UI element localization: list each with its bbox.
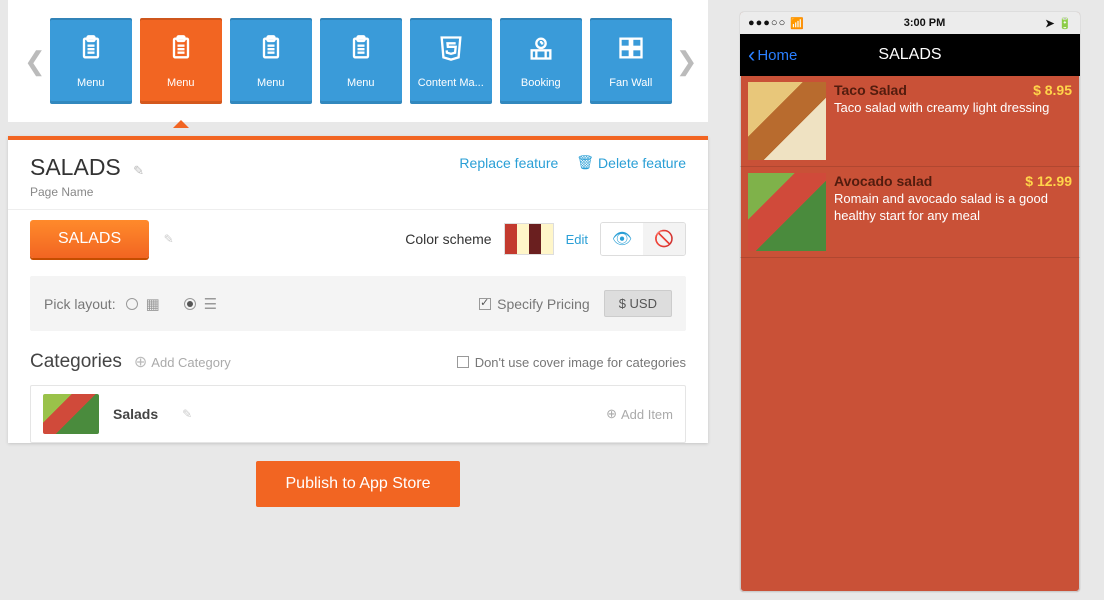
- feature-tile-0[interactable]: Menu: [50, 18, 132, 104]
- visibility-on-button[interactable]: 👁: [601, 223, 643, 255]
- layout-grid-radio[interactable]: [126, 298, 138, 310]
- page-name-button[interactable]: SALADS: [30, 220, 149, 258]
- feature-tile-4[interactable]: Content Ma...: [410, 18, 492, 104]
- phone-time: 3:00 PM: [904, 17, 946, 29]
- color-swatches[interactable]: [504, 223, 554, 255]
- publish-button[interactable]: Publish to App Store: [256, 461, 461, 507]
- phone-back-button[interactable]: ‹ Home: [740, 42, 797, 68]
- checkbox-icon: [479, 298, 491, 310]
- page-title: SALADS ✎: [30, 154, 144, 181]
- tile-label: Menu: [347, 77, 375, 89]
- chevron-left-icon: ‹: [748, 42, 755, 68]
- page-title-text: SALADS: [30, 154, 121, 180]
- page-subtitle: Page Name: [30, 185, 144, 199]
- clipboard-icon: [77, 34, 105, 69]
- color-swatch: [541, 224, 553, 254]
- eye-off-icon: 🚫: [654, 229, 674, 249]
- visibility-off-button[interactable]: 🚫: [643, 223, 685, 255]
- checkbox-icon: [457, 356, 469, 368]
- color-swatch: [529, 224, 541, 254]
- add-category-button[interactable]: ⊕ Add Category: [134, 352, 231, 372]
- currency-select[interactable]: $ USD: [604, 290, 672, 317]
- tile-label: Menu: [257, 77, 285, 89]
- feature-tiles: Menu Menu Menu Menu Content Ma... Booking Fan …: [50, 18, 672, 104]
- prev-arrow[interactable]: ❮: [20, 46, 50, 77]
- item-price: $ 12.99: [1025, 173, 1072, 189]
- category-name: Salads: [113, 406, 158, 422]
- tile-label: Fan Wall: [609, 77, 652, 89]
- pick-layout-label: Pick layout:: [44, 296, 116, 312]
- delete-feature-link[interactable]: 🗑 Delete feature: [576, 154, 686, 171]
- color-swatch: [517, 224, 529, 254]
- item-name: Taco Salad: [834, 82, 907, 98]
- edit-colors-link[interactable]: Edit: [566, 232, 588, 247]
- edit-button-icon[interactable]: ✎: [164, 232, 174, 246]
- edit-title-icon[interactable]: ✎: [133, 163, 144, 178]
- plus-circle-icon: ⊕: [606, 406, 617, 422]
- cover-image-label: Don't use cover image for categories: [475, 355, 686, 370]
- category-thumbnail[interactable]: [43, 394, 99, 434]
- item-description: Taco salad with creamy light dressing: [834, 100, 1072, 117]
- phone-navbar: ‹ Home SALADS: [740, 34, 1080, 76]
- categories-heading: Categories: [30, 351, 122, 373]
- battery-icon: 🔋: [1058, 17, 1072, 30]
- fanwall-icon: [617, 34, 645, 69]
- add-item-button[interactable]: ⊕ Add Item: [606, 406, 673, 422]
- eye-icon: 👁: [612, 229, 632, 249]
- color-swatch: [505, 224, 517, 254]
- specify-pricing-label: Specify Pricing: [497, 296, 590, 312]
- list-icon: ☰: [204, 295, 217, 313]
- clipboard-icon: [347, 34, 375, 69]
- menu-item[interactable]: Avocado salad $ 12.99 Romain and avocado s…: [740, 167, 1080, 258]
- signal-icon: ●●●○○: [748, 17, 786, 29]
- clipboard-icon: [257, 34, 285, 69]
- plus-circle-icon: ⊕: [134, 352, 147, 372]
- feature-tile-5[interactable]: Booking: [500, 18, 582, 104]
- item-thumbnail: [748, 82, 826, 160]
- item-name: Avocado salad: [834, 173, 932, 189]
- next-arrow[interactable]: ❯: [672, 46, 702, 77]
- edit-category-icon[interactable]: ✎: [182, 407, 192, 421]
- layout-list-radio[interactable]: [184, 298, 196, 310]
- tile-label: Menu: [167, 77, 195, 89]
- trash-icon: 🗑: [576, 154, 594, 171]
- phone-preview: ●●●○○ 📶 3:00 PM ➤ 🔋 ‹ Home SALADS Taco S…: [740, 12, 1080, 592]
- item-price: $ 8.95: [1033, 82, 1072, 98]
- feature-tile-6[interactable]: Fan Wall: [590, 18, 672, 104]
- phone-statusbar: ●●●○○ 📶 3:00 PM ➤ 🔋: [740, 12, 1080, 34]
- clipboard-icon: [167, 34, 195, 69]
- color-scheme-label: Color scheme: [405, 231, 491, 247]
- booking-icon: [527, 34, 555, 69]
- location-icon: ➤: [1045, 17, 1054, 30]
- replace-feature-link[interactable]: Replace feature: [459, 154, 558, 171]
- specify-pricing-checkbox[interactable]: Specify Pricing: [479, 296, 590, 312]
- tile-label: Content Ma...: [418, 77, 484, 89]
- menu-item[interactable]: Taco Salad $ 8.95 Taco salad with creamy l…: [740, 76, 1080, 167]
- cover-image-checkbox[interactable]: Don't use cover image for categories: [457, 355, 686, 370]
- wifi-icon: 📶: [790, 17, 804, 30]
- item-thumbnail: [748, 173, 826, 251]
- item-description: Romain and avocado salad is a good healt…: [834, 191, 1072, 225]
- feature-tile-2[interactable]: Menu: [230, 18, 312, 104]
- tile-label: Booking: [521, 77, 561, 89]
- html5-icon: [437, 34, 465, 69]
- grid-icon: ▦: [146, 295, 160, 313]
- feature-tile-3[interactable]: Menu: [320, 18, 402, 104]
- tile-label: Menu: [77, 77, 105, 89]
- feature-tile-1[interactable]: Menu: [140, 18, 222, 104]
- category-row: Salads ✎ ⊕ Add Item: [30, 385, 686, 443]
